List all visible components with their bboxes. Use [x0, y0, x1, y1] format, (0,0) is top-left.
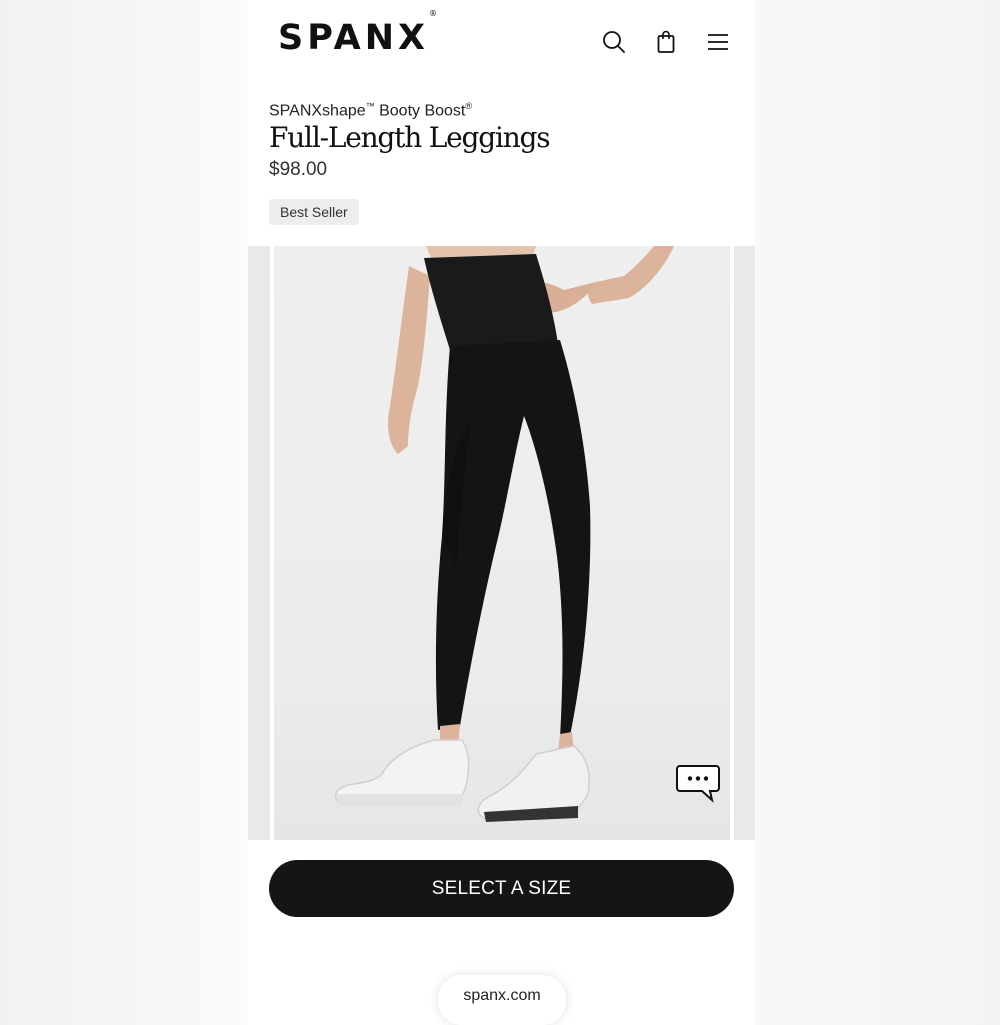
subtitle-line: Booty Boost — [374, 102, 466, 120]
previous-slide-peek[interactable] — [248, 246, 270, 840]
browser-url-pill[interactable]: spanx.com — [438, 975, 566, 1025]
product-title: Full-Length Leggings — [269, 121, 551, 154]
product-image-gallery[interactable] — [248, 246, 755, 840]
product-subtitle: SPANXshape™ Booty Boost® — [269, 101, 472, 120]
leggings-model-image — [334, 246, 674, 822]
subtitle-trademark: ™ — [365, 101, 375, 111]
product-photo[interactable] — [274, 246, 730, 840]
spanx-logo[interactable]: SPANX® — [278, 9, 437, 58]
best-seller-badge: Best Seller — [269, 199, 359, 225]
select-size-button[interactable]: SELECT A SIZE — [269, 860, 734, 917]
subtitle-brand: SPANXshape — [269, 102, 366, 120]
next-slide-peek[interactable] — [734, 246, 755, 840]
chat-icon[interactable] — [676, 764, 720, 804]
search-icon[interactable] — [599, 27, 629, 57]
shopping-bag-icon[interactable] — [651, 27, 681, 57]
logo-text: SPANX — [278, 18, 430, 58]
product-page: SPANX® SPANXshape™ Booty Boost® Full-Len… — [248, 0, 755, 1025]
product-price: $98.00 — [269, 159, 328, 180]
subtitle-registered: ® — [465, 101, 473, 111]
menu-icon[interactable] — [703, 27, 733, 57]
url-text: spanx.com — [463, 987, 541, 1004]
logo-registered-mark: ® — [429, 9, 438, 19]
